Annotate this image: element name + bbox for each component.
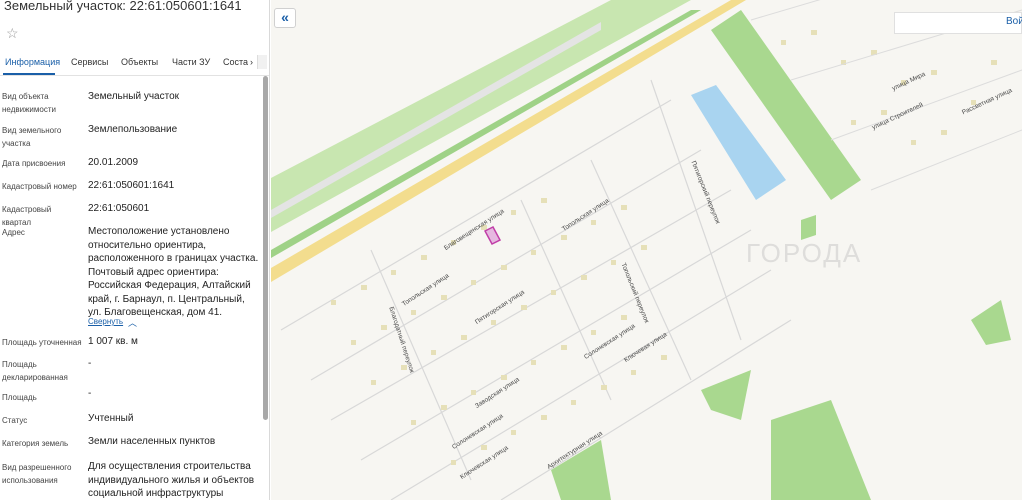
selected-parcel: [483, 226, 502, 245]
row-value: -: [88, 388, 92, 399]
row-label: Вид земельного участка: [2, 126, 62, 148]
green-patch: [701, 370, 751, 420]
row-value: 22:61:050601:1641: [88, 180, 175, 191]
row-value: Землепользование: [88, 124, 178, 135]
info-panel: Земельный участок: 22:61:050601:1641 ☆ И…: [0, 0, 270, 500]
panel-title: Земельный участок: 22:61:050601:1641: [4, 0, 242, 13]
row-label: Статус: [2, 416, 28, 425]
scrollbar-thumb[interactable]: [263, 76, 268, 420]
row-value: Земли населенных пунктов: [88, 436, 216, 447]
active-tab-indicator: [3, 73, 55, 75]
row-label: Кадастровый номер: [2, 182, 77, 191]
green-patch: [771, 400, 871, 500]
tabs-overflow[interactable]: [257, 55, 267, 69]
row-label: Площадь: [2, 393, 37, 402]
tab-services[interactable]: Сервисы: [71, 57, 108, 67]
row-value: 20.01.2009: [88, 157, 139, 168]
address-value: Местоположение установлено относительно …: [88, 226, 259, 318]
row-value: Для осуществления строительства индивиду…: [88, 461, 255, 499]
green-patch: [801, 215, 816, 240]
map-watermark: ГОРОДА: [746, 238, 863, 268]
row-label: Адрес: [2, 228, 25, 237]
tab-parts[interactable]: Части ЗУ: [172, 57, 210, 67]
row-label: Категория земель: [2, 439, 69, 448]
login-bar[interactable]: [894, 12, 1022, 34]
tab-objects[interactable]: Объекты: [121, 57, 158, 67]
green-strip: [271, 0, 691, 232]
map-canvas: [271, 0, 1022, 500]
map-view[interactable]: ГОРОДА Благовещенская улица Топольская у…: [271, 0, 1022, 500]
row-value: 22:61:050601: [88, 203, 150, 214]
railway: [271, 22, 601, 218]
green-patch: [971, 300, 1011, 345]
tab-composition[interactable]: Соста: [223, 57, 248, 67]
row-label: Площадь декларированная: [2, 360, 68, 382]
chevron-up-icon[interactable]: ︿: [128, 316, 137, 329]
tab-bar: Информация Сервисы Объекты Части ЗУ Сост…: [0, 52, 269, 76]
collapse-link[interactable]: Свернуть: [88, 317, 123, 326]
row-label: Площадь уточненная: [2, 338, 82, 347]
row-label: Вид разрешенного использования: [2, 463, 72, 485]
row-value: Земельный участок: [88, 91, 180, 102]
tab-info[interactable]: Информация: [5, 57, 60, 67]
star-icon[interactable]: ☆: [6, 25, 19, 42]
row-value: Учтенный: [88, 413, 134, 424]
green-area: [711, 10, 861, 200]
row-label: Дата присвоения: [2, 159, 66, 168]
row-value: -: [88, 358, 92, 369]
chevron-left-double-icon[interactable]: «: [274, 8, 296, 28]
row-label: Вид объекта недвижимости: [2, 92, 56, 114]
row-value: 1 007 кв. м: [88, 336, 138, 347]
tabs-next-icon[interactable]: ›: [250, 57, 253, 67]
login-button[interactable]: Вой: [1006, 16, 1022, 27]
